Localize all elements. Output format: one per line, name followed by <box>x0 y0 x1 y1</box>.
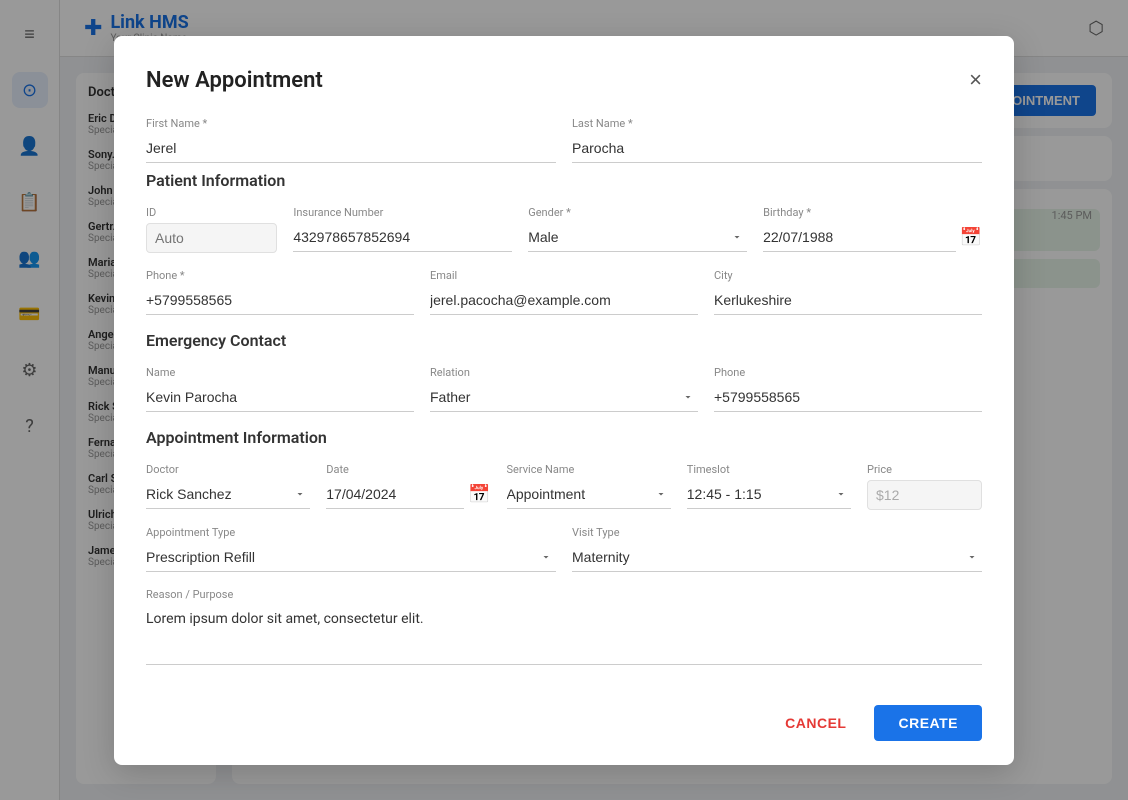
patient-info-section-title: Patient Information <box>146 171 982 190</box>
id-input <box>146 223 277 253</box>
timeslot-select[interactable]: 12:45 - 1:15 1:15 - 1:45 <box>687 480 851 509</box>
service-select[interactable]: Appointment Consultation Surgery <box>507 480 671 509</box>
reason-row: Reason / Purpose Lorem ipsum dolor sit a… <box>146 588 982 665</box>
emergency-section-title: Emergency Contact <box>146 331 982 350</box>
first-name-input[interactable] <box>146 134 556 163</box>
ec-relation-group: Relation Father Mother Spouse Sibling Ot… <box>430 366 698 412</box>
email-input[interactable] <box>430 286 698 315</box>
last-name-input[interactable] <box>572 134 982 163</box>
date-input[interactable] <box>326 480 464 509</box>
reason-textarea[interactable]: Lorem ipsum dolor sit amet, consectetur … <box>146 605 982 665</box>
appt-type-label: Appointment Type <box>146 526 556 539</box>
ec-phone-group: Phone <box>714 366 982 412</box>
ec-relation-select[interactable]: Father Mother Spouse Sibling Other <box>430 383 698 412</box>
price-label: Price <box>867 463 982 476</box>
create-button[interactable]: CREATE <box>874 705 982 741</box>
ec-name-label: Name <box>146 366 414 379</box>
price-input <box>867 480 982 510</box>
birthday-calendar-icon[interactable]: 📅 <box>960 227 982 248</box>
last-name-label: Last Name * <box>572 117 982 130</box>
date-group: Date 📅 <box>326 463 490 510</box>
first-name-group: First Name * <box>146 117 556 163</box>
patient-info-row-2: Phone * Email City <box>146 269 982 315</box>
gender-group: Gender * Male Female Other <box>528 206 747 253</box>
first-name-label: First Name * <box>146 117 556 130</box>
cancel-button[interactable]: CANCEL <box>769 705 862 741</box>
gender-select[interactable]: Male Female Other <box>528 223 747 252</box>
reason-label: Reason / Purpose <box>146 588 982 601</box>
visit-type-label: Visit Type <box>572 526 982 539</box>
ec-phone-label: Phone <box>714 366 982 379</box>
phone-label: Phone * <box>146 269 414 282</box>
doctor-select[interactable]: Rick Sanchez Eric D <box>146 480 310 509</box>
appt-type-select[interactable]: Prescription Refill Follow-up New Patien… <box>146 543 556 572</box>
emergency-row: Name Relation Father Mother Spouse Sibli… <box>146 366 982 412</box>
date-label: Date <box>326 463 490 476</box>
close-modal-button[interactable]: × <box>969 69 982 91</box>
visit-type-select[interactable]: Maternity General Emergency Specialist <box>572 543 982 572</box>
email-label: Email <box>430 269 698 282</box>
id-group: ID <box>146 206 277 253</box>
modal-overlay: New Appointment × First Name * Last Name… <box>0 0 1128 800</box>
ec-name-input[interactable] <box>146 383 414 412</box>
id-label: ID <box>146 206 277 219</box>
reason-group: Reason / Purpose Lorem ipsum dolor sit a… <box>146 588 982 665</box>
city-group: City <box>714 269 982 315</box>
gender-label: Gender * <box>528 206 747 219</box>
phone-group: Phone * <box>146 269 414 315</box>
insurance-label: Insurance Number <box>293 206 512 219</box>
insurance-input[interactable] <box>293 223 512 252</box>
birthday-label: Birthday * <box>763 206 982 219</box>
appointment-section-title: Appointment Information <box>146 428 982 447</box>
appointment-row-2: Appointment Type Prescription Refill Fol… <box>146 526 982 572</box>
doctor-group: Doctor Rick Sanchez Eric D <box>146 463 310 510</box>
ec-relation-label: Relation <box>430 366 698 379</box>
date-field-wrapper: 📅 <box>326 480 490 509</box>
visit-type-group: Visit Type Maternity General Emergency S… <box>572 526 982 572</box>
date-calendar-icon[interactable]: 📅 <box>468 484 490 505</box>
birthday-input[interactable] <box>763 223 955 252</box>
ec-phone-input[interactable] <box>714 383 982 412</box>
doctor-label: Doctor <box>146 463 310 476</box>
birthday-group: Birthday * 📅 <box>763 206 982 253</box>
appointment-row-1: Doctor Rick Sanchez Eric D Date 📅 Servic… <box>146 463 982 510</box>
birthday-field-wrapper: 📅 <box>763 223 982 252</box>
patient-info-row-1: ID Insurance Number Gender * Male Female… <box>146 206 982 253</box>
modal-header: New Appointment × <box>146 68 982 93</box>
city-input[interactable] <box>714 286 982 315</box>
service-label: Service Name <box>507 463 671 476</box>
ec-name-group: Name <box>146 366 414 412</box>
service-group: Service Name Appointment Consultation Su… <box>507 463 671 510</box>
new-appointment-modal: New Appointment × First Name * Last Name… <box>114 36 1014 765</box>
email-group: Email <box>430 269 698 315</box>
name-row: First Name * Last Name * <box>146 117 982 163</box>
modal-footer: CANCEL CREATE <box>146 689 982 741</box>
appt-type-group: Appointment Type Prescription Refill Fol… <box>146 526 556 572</box>
phone-input[interactable] <box>146 286 414 315</box>
price-group: Price <box>867 463 982 510</box>
last-name-group: Last Name * <box>572 117 982 163</box>
city-label: City <box>714 269 982 282</box>
timeslot-label: Timeslot <box>687 463 851 476</box>
timeslot-group: Timeslot 12:45 - 1:15 1:15 - 1:45 <box>687 463 851 510</box>
modal-title: New Appointment <box>146 68 323 93</box>
insurance-group: Insurance Number <box>293 206 512 253</box>
